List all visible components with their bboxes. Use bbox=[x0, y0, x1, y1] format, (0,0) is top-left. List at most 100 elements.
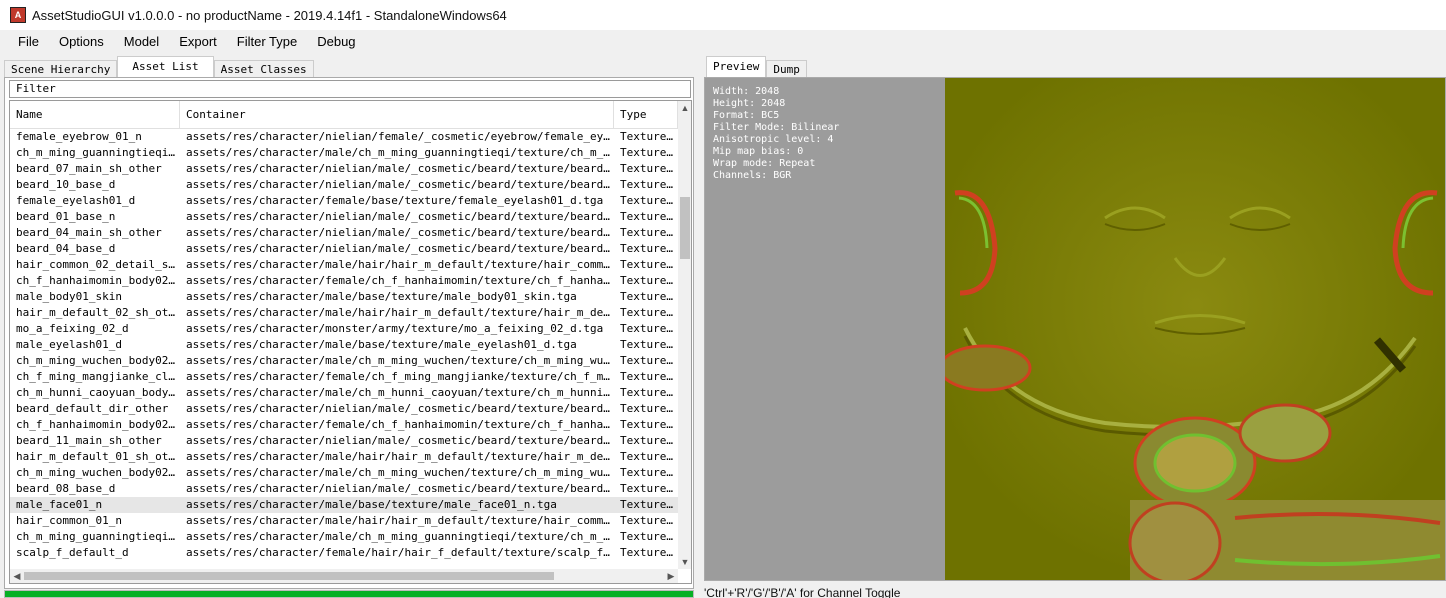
horizontal-scroll-thumb[interactable] bbox=[24, 572, 554, 580]
asset-container-cell: assets/res/character/nielian/male/_cosme… bbox=[186, 242, 614, 255]
menu-filter-type[interactable]: Filter Type bbox=[227, 30, 307, 54]
tab-preview[interactable]: Preview bbox=[706, 56, 767, 78]
table-row[interactable]: hair_common_02_detail_sh... assets/res/ch… bbox=[10, 257, 678, 273]
asset-container-cell: assets/res/character/nielian/male/_cosme… bbox=[186, 226, 614, 239]
asset-type-cell: Texture2D bbox=[620, 290, 678, 303]
column-header-container[interactable]: Container bbox=[180, 101, 614, 128]
table-row[interactable]: ch_f_ming_mangjianke_clo... assets/res/ch… bbox=[10, 369, 678, 385]
asset-container-cell: assets/res/character/monster/army/textur… bbox=[186, 322, 604, 335]
table-row[interactable]: mo_a_feixing_02_d assets/res/character/mo… bbox=[10, 321, 678, 337]
table-row[interactable]: ch_m_hunni_caoyuan_body0... assets/res/ch… bbox=[10, 385, 678, 401]
asset-container-cell: assets/res/character/female/ch_f_hanhaim… bbox=[186, 418, 614, 431]
menu-file[interactable]: File bbox=[8, 30, 49, 54]
menu-export[interactable]: Export bbox=[169, 30, 227, 54]
right-arrow-icon[interactable]: ▶ bbox=[664, 569, 678, 583]
right-tab-strip: Preview Dump bbox=[706, 56, 807, 78]
up-arrow-icon[interactable]: ▲ bbox=[678, 101, 691, 115]
table-row[interactable]: beard_04_base_d assets/res/character/niel… bbox=[10, 241, 678, 257]
asset-type-cell: Texture2D bbox=[620, 450, 678, 463]
table-row[interactable]: male_face01_n assets/res/character/male/b… bbox=[10, 497, 678, 513]
asset-name-cell: female_eyebrow_01_n bbox=[16, 130, 142, 143]
table-row[interactable]: ch_m_ming_guanningtieqi_... assets/res/ch… bbox=[10, 145, 678, 161]
column-header-name[interactable]: Name bbox=[10, 101, 180, 128]
menu-options[interactable]: Options bbox=[49, 30, 114, 54]
table-row[interactable]: beard_default_dir_other assets/res/charac… bbox=[10, 401, 678, 417]
asset-container-cell: assets/res/character/male/hair/hair_m_de… bbox=[186, 258, 614, 271]
asset-type-cell: Texture2D bbox=[620, 130, 678, 143]
table-row[interactable]: hair_m_default_02_sh_other assets/res/cha… bbox=[10, 305, 678, 321]
filter-input[interactable]: Filter bbox=[9, 80, 691, 98]
asset-name-cell: ch_m_hunni_caoyuan_body0... bbox=[16, 386, 180, 399]
asset-name-cell: beard_04_main_sh_other bbox=[16, 226, 162, 239]
vertical-scrollbar[interactable]: ▲ ▼ bbox=[678, 101, 691, 569]
asset-type-cell: Texture2D bbox=[620, 322, 678, 335]
vertical-scroll-thumb[interactable] bbox=[680, 197, 690, 259]
asset-container-cell: assets/res/character/nielian/male/_cosme… bbox=[186, 482, 614, 495]
tab-scene-hierarchy[interactable]: Scene Hierarchy bbox=[4, 60, 118, 78]
left-tab-strip: Scene Hierarchy Asset List Asset Classes bbox=[4, 56, 314, 78]
asset-container-cell: assets/res/character/male/base/texture/m… bbox=[186, 498, 557, 511]
asset-name-cell: female_eyelash01_d bbox=[16, 194, 136, 207]
table-row[interactable]: scalp_f_default_d assets/res/character/fe… bbox=[10, 545, 678, 561]
table-row[interactable]: beard_11_main_sh_other assets/res/charact… bbox=[10, 433, 678, 449]
asset-type-cell: Texture2D bbox=[620, 242, 678, 255]
asset-name-cell: scalp_f_default_d bbox=[16, 546, 129, 559]
asset-name-cell: ch_m_ming_wuchen_body02_... bbox=[16, 466, 180, 479]
asset-container-cell: assets/res/character/female/base/texture… bbox=[186, 194, 604, 207]
horizontal-scrollbar[interactable]: ◀ ▶ bbox=[10, 569, 678, 583]
asset-type-cell: Texture2D bbox=[620, 146, 678, 159]
asset-type-cell: Texture2D bbox=[620, 482, 678, 495]
table-row[interactable]: ch_f_hanhaimomin_body02_... assets/res/ch… bbox=[10, 273, 678, 289]
asset-container-cell: assets/res/character/male/hair/hair_m_de… bbox=[186, 514, 614, 527]
tab-asset-list[interactable]: Asset List bbox=[117, 56, 214, 78]
asset-name-cell: beard_08_base_d bbox=[16, 482, 116, 495]
column-header-type[interactable]: Type bbox=[614, 101, 678, 128]
asset-type-cell: Texture2D bbox=[620, 258, 678, 271]
window-title: AssetStudioGUI v1.0.0.0 - no productName… bbox=[32, 7, 507, 23]
table-row[interactable]: ch_m_ming_wuchen_body02_... assets/res/ch… bbox=[10, 353, 678, 369]
asset-name-cell: hair_m_default_02_sh_other bbox=[16, 306, 180, 319]
asset-type-cell: Texture2D bbox=[620, 226, 678, 239]
asset-container-cell: assets/res/character/male/ch_m_ming_wuch… bbox=[186, 466, 614, 479]
table-row[interactable]: hair_common_01_n assets/res/character/mal… bbox=[10, 513, 678, 529]
table-row[interactable]: beard_01_base_n assets/res/character/niel… bbox=[10, 209, 678, 225]
asset-container-cell: assets/res/character/nielian/male/_cosme… bbox=[186, 210, 614, 223]
asset-type-cell: Texture2D bbox=[620, 210, 678, 223]
asset-container-cell: assets/res/character/male/base/texture/m… bbox=[186, 338, 577, 351]
asset-container-cell: assets/res/character/male/ch_m_hunni_cao… bbox=[186, 386, 614, 399]
down-arrow-icon[interactable]: ▼ bbox=[678, 555, 691, 569]
table-row[interactable]: male_eyelash01_d assets/res/character/mal… bbox=[10, 337, 678, 353]
menu-model[interactable]: Model bbox=[114, 30, 169, 54]
asset-panel: Scene Hierarchy Asset List Asset Classes… bbox=[4, 56, 698, 598]
table-row[interactable]: beard_10_base_d assets/res/character/niel… bbox=[10, 177, 678, 193]
table-row[interactable]: beard_04_main_sh_other assets/res/charact… bbox=[10, 225, 678, 241]
asset-name-cell: hair_m_default_01_sh_other bbox=[16, 450, 180, 463]
table-row[interactable]: ch_f_hanhaimomin_body02_... assets/res/ch… bbox=[10, 417, 678, 433]
table-row[interactable]: ch_m_ming_guanningtieqi_... assets/res/ch… bbox=[10, 529, 678, 545]
asset-rows: female_eyebrow_01_n assets/res/character/… bbox=[10, 129, 678, 561]
table-row[interactable]: ch_m_ming_wuchen_body02_... assets/res/ch… bbox=[10, 465, 678, 481]
texture-channels: Channels: BGR bbox=[713, 170, 792, 181]
face-normal-map-image bbox=[945, 78, 1445, 580]
asset-type-cell: Texture2D bbox=[620, 354, 678, 367]
table-row[interactable]: female_eyelash01_d assets/res/character/f… bbox=[10, 193, 678, 209]
asset-name-cell: male_body01_skin bbox=[16, 290, 122, 303]
tab-asset-classes[interactable]: Asset Classes bbox=[213, 60, 314, 78]
progress-bar bbox=[4, 590, 694, 598]
left-arrow-icon[interactable]: ◀ bbox=[10, 569, 24, 583]
table-row[interactable]: hair_m_default_01_sh_other assets/res/cha… bbox=[10, 449, 678, 465]
menu-bar: File Options Model Export Filter Type De… bbox=[0, 30, 1446, 54]
normal-map-drawing bbox=[945, 78, 1445, 580]
asset-name-cell: mo_a_feixing_02_d bbox=[16, 322, 129, 335]
asset-container-cell: assets/res/character/nielian/male/_cosme… bbox=[186, 162, 614, 175]
assetstudio-icon: A bbox=[10, 7, 26, 23]
table-row[interactable]: female_eyebrow_01_n assets/res/character/… bbox=[10, 129, 678, 145]
menu-debug[interactable]: Debug bbox=[307, 30, 365, 54]
table-row[interactable]: male_body01_skin assets/res/character/mal… bbox=[10, 289, 678, 305]
asset-type-cell: Texture2D bbox=[620, 402, 678, 415]
texture-aniso-level: Anisotropic level: 4 bbox=[713, 134, 834, 145]
asset-type-cell: Texture2D bbox=[620, 194, 678, 207]
table-row[interactable]: beard_07_main_sh_other assets/res/charact… bbox=[10, 161, 678, 177]
table-row[interactable]: beard_08_base_d assets/res/character/niel… bbox=[10, 481, 678, 497]
tab-dump[interactable]: Dump bbox=[766, 60, 807, 78]
